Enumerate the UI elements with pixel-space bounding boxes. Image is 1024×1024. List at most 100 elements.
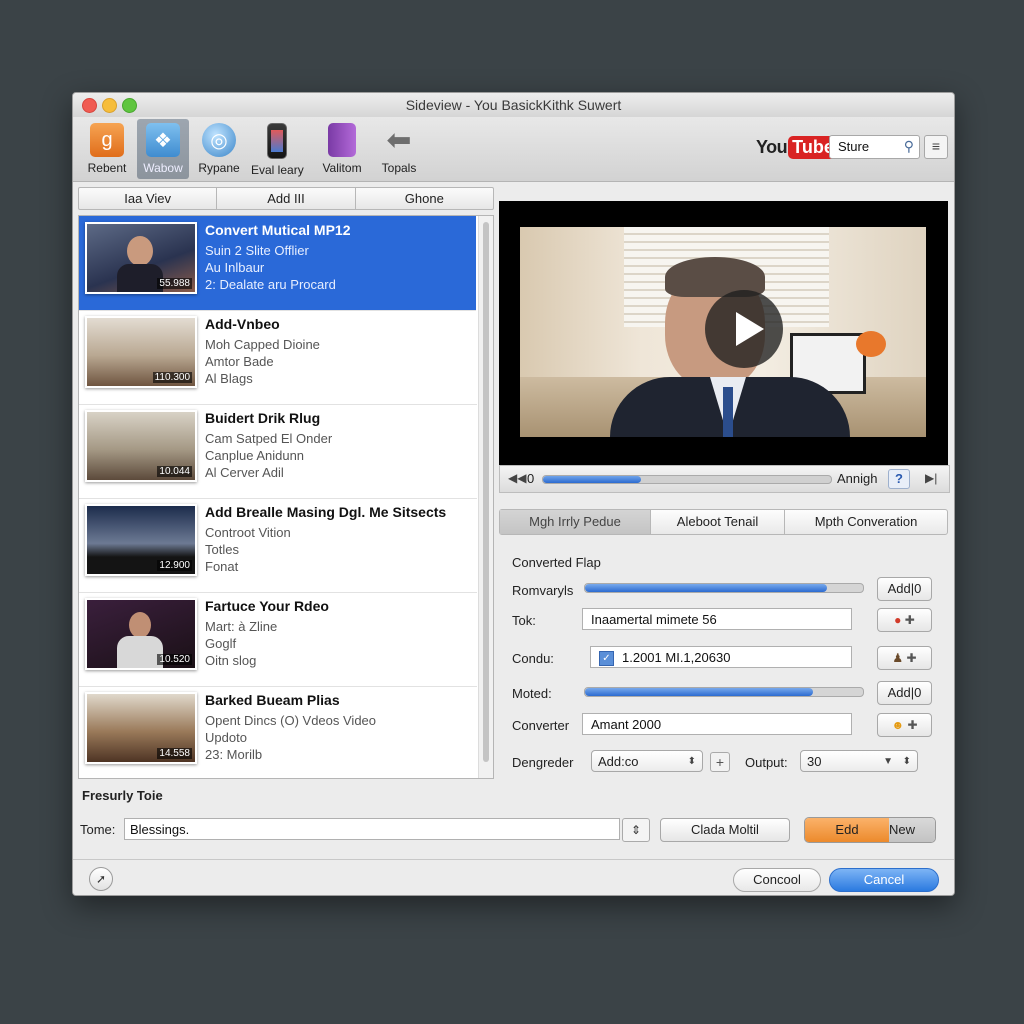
toolbar-label: Topals	[381, 161, 417, 175]
video-thumbnail: 110.300	[85, 316, 197, 388]
tok-action-button[interactable]: ● ✚	[877, 608, 932, 632]
duration-badge: 10.520	[157, 654, 192, 665]
list-item-line: Amtor Bade	[205, 354, 274, 369]
list-item-title: Add Brealle Masing Dgl. Me Sitsects	[205, 504, 447, 520]
phone-icon	[267, 123, 287, 159]
seek-fill	[543, 476, 641, 483]
dengreder-select[interactable]: Add:co ⬍	[591, 750, 703, 772]
converter-input[interactable]: Amant 2000	[582, 713, 852, 735]
converter-action-button[interactable]: ☻ ✚	[877, 713, 932, 737]
youtube-logo-you: You	[756, 137, 788, 157]
output-select[interactable]: 30 ▼ ⬍	[800, 750, 918, 772]
language-label: Annigh	[837, 471, 878, 486]
list-item[interactable]: 110.300 Add-Vnbeo Moh Capped Dioine Amto…	[79, 310, 477, 405]
list-item[interactable]: 55.988 Convert Mutical MP12 Suin 2 Slite…	[79, 216, 476, 311]
menu-button[interactable]: ≡	[924, 135, 948, 159]
list-item[interactable]: 10.520 Fartuce Your Rdeo Mart: à Zline G…	[79, 592, 477, 687]
hamburger-icon: ≡	[931, 138, 941, 154]
list-item-line: Al Blags	[205, 371, 253, 386]
video-thumbnail: 10.520	[85, 598, 197, 670]
ok-button[interactable]: Cancel	[829, 868, 939, 892]
player-time: 0	[527, 471, 535, 486]
slider-fill	[585, 584, 827, 592]
tab-mgh[interactable]: Mgh Irrly Pedue	[500, 510, 651, 534]
search-icon[interactable]: ⚲	[904, 138, 914, 155]
condu-label: Condu:	[512, 651, 554, 666]
skip-end-icon[interactable]: ▶|	[925, 471, 937, 485]
video-thumbnail: 10.044	[85, 410, 197, 482]
tome-input[interactable]: Blessings.	[124, 818, 620, 840]
toolbar-topals-button[interactable]: ⬅ Topals	[373, 119, 425, 179]
seek-bar[interactable]	[542, 475, 832, 484]
smiley-icon: ☻	[891, 718, 905, 732]
arrow-left-icon: ⬅	[386, 123, 412, 157]
search-input[interactable]	[830, 136, 898, 156]
list-item-title: Fartuce Your Rdeo	[205, 598, 329, 614]
title-bar: Sideview - You BasickKithk Suwert	[73, 93, 954, 117]
left-tab-bar: Iaa Viev Add III Ghone	[78, 187, 494, 210]
scrollbar-thumb[interactable]	[483, 222, 489, 762]
list-item-line: Opent Dincs (O) Vdeos Video	[205, 713, 377, 728]
cancel-button[interactable]: Concool	[733, 868, 821, 892]
moted-slider[interactable]	[584, 687, 864, 697]
search-box: ⚲	[829, 135, 920, 159]
video-player[interactable]	[499, 201, 948, 465]
toolbar-rebent-button[interactable]: g Rebent	[81, 119, 133, 179]
rewind-icon[interactable]: ◀◀	[508, 471, 526, 485]
updown-icon: ⬍	[687, 756, 696, 767]
condu-checkbox[interactable]: ✓	[599, 651, 614, 667]
stepper-icon[interactable]: ⬍	[903, 751, 911, 773]
chevron-down-icon: ▼	[883, 756, 893, 767]
duration-badge: 14.558	[157, 748, 192, 759]
play-button[interactable]	[705, 290, 783, 368]
slider-fill	[585, 688, 813, 696]
tab-aleboot[interactable]: Aleboot Tenail	[651, 510, 785, 534]
list-item-line: Totles	[205, 542, 239, 557]
tok-input[interactable]: Inaamertal mimete 56	[582, 608, 852, 630]
moted-add-button[interactable]: Add|0	[877, 681, 932, 705]
tab-ghone[interactable]: Ghone	[356, 188, 493, 209]
romvaryls-slider[interactable]	[584, 583, 864, 593]
list-scrollbar[interactable]	[478, 216, 493, 778]
toolbar-label: Rypane	[198, 161, 240, 175]
toolbar: g Rebent ❖ Wabow ◎ Rypane Eval leary Val…	[73, 117, 954, 182]
list-item[interactable]: 14.558 Barked Bueam Plias Opent Dincs (O…	[79, 686, 477, 778]
condu-value: 1.2001 MI.1,20630	[622, 650, 731, 665]
duration-badge: 10.044	[157, 466, 192, 477]
tab-conversion[interactable]: Mpth Converation	[785, 510, 947, 534]
edit-new-button[interactable]: Edd New	[804, 817, 936, 843]
list-item-line: Al Cerver Adil	[205, 465, 284, 480]
toolbar-rypane-button[interactable]: ◎ Rypane	[193, 119, 245, 179]
clada-button[interactable]: Clada Moltil	[660, 818, 790, 842]
toolbar-label: Rebent	[87, 161, 127, 175]
google-icon: g	[90, 123, 124, 157]
output-value: 30	[807, 754, 822, 769]
condu-input[interactable]: ✓ 1.2001 MI.1,20630	[590, 646, 852, 668]
video-thumbnail: 55.988	[85, 222, 197, 294]
new-button[interactable]: New	[889, 818, 935, 842]
list-item-line: Oitn slog	[205, 653, 257, 668]
tab-add[interactable]: Add III	[217, 188, 356, 209]
converter-label: Converter	[512, 718, 570, 733]
cursor-icon[interactable]: ➚	[89, 867, 113, 891]
romvaryls-add-button[interactable]: Add|0	[877, 577, 932, 601]
list-item-line: Fonat	[205, 559, 239, 574]
tab-view[interactable]: Iaa Viev	[79, 188, 218, 209]
toolbar-valitom-button[interactable]: Valitom	[316, 119, 368, 179]
list-item-title: Barked Bueam Plias	[205, 692, 340, 708]
add-button[interactable]: +	[710, 752, 730, 772]
toolbar-eval-button[interactable]: Eval leary	[251, 119, 304, 179]
windows-icon: ❖	[146, 123, 180, 157]
condu-action-button[interactable]: ♟ ✚	[877, 646, 932, 670]
list-item[interactable]: 12.900 Add Brealle Masing Dgl. Me Sitsec…	[79, 498, 477, 593]
tok-label: Tok:	[512, 613, 536, 628]
list-item-line: Au Inlbaur	[205, 260, 265, 275]
list-item-line: Moh Capped Dioine	[205, 337, 320, 352]
tome-spinner-icon[interactable]: ⇕	[622, 818, 650, 842]
help-button[interactable]: ?	[888, 469, 910, 489]
output-label: Output:	[745, 755, 788, 770]
list-item[interactable]: 10.044 Buidert Drik Rlug Cam Satped El O…	[79, 404, 477, 499]
dengreder-label: Dengreder	[512, 755, 574, 770]
toolbar-wabow-button[interactable]: ❖ Wabow	[137, 119, 189, 179]
edit-button[interactable]: Edd	[805, 818, 889, 842]
